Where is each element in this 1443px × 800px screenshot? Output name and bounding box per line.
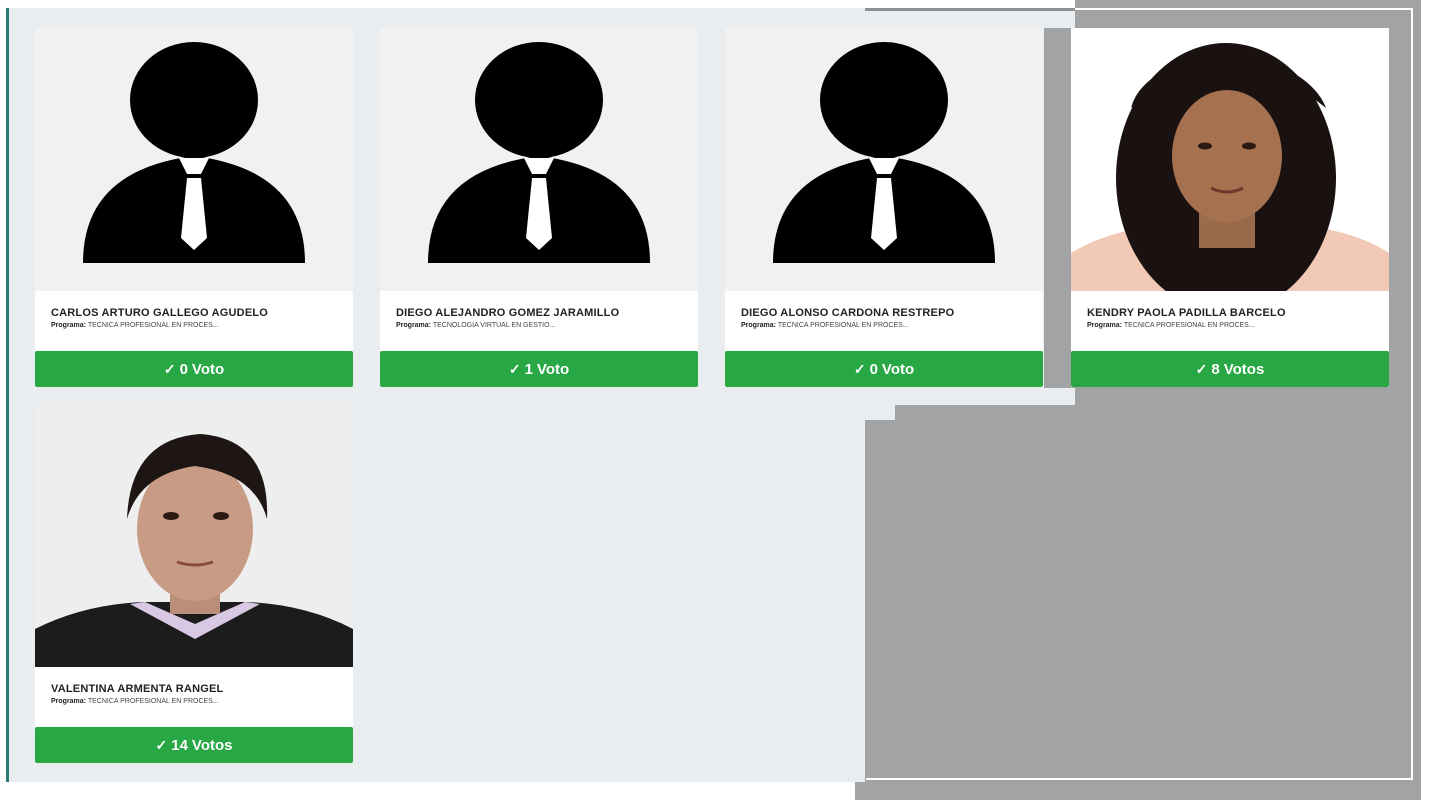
check-icon: ✓ — [1195, 360, 1208, 377]
gray-overlay — [855, 782, 1421, 800]
candidate-card: VALENTINA ARMENTA RANGEL Programa: TÉCNI… — [35, 404, 353, 763]
candidate-card: DIEGO ALONSO CARDONA RESTREPO Programa: … — [725, 28, 1043, 387]
vote-button[interactable]: ✓ 14 Votos — [35, 727, 353, 763]
overlay-frame-line — [1075, 8, 1413, 10]
candidate-name: VALENTINA ARMENTA RANGEL — [51, 683, 224, 695]
vote-count: 14 — [171, 736, 188, 754]
candidate-name: DIEGO ALEJANDRO GOMEZ JARAMILLO — [396, 307, 620, 319]
candidate-program: Programa: TÉCNICA PROFESIONAL EN PROCES.… — [741, 322, 1027, 329]
vote-button[interactable]: ✓ 0 Voto — [725, 351, 1043, 387]
candidate-photo — [35, 404, 353, 667]
candidate-card: KENDRY PAOLA PADILLA BARCELO Programa: T… — [1071, 28, 1389, 387]
voting-page: CARLOS ARTURO GALLEGO AGUDELO Programa: … — [0, 0, 1443, 800]
check-icon: ✓ — [508, 360, 521, 377]
program-value: TECNOLOGÍA VIRTUAL EN GESTIÓ... — [432, 322, 556, 329]
candidate-program: Programa: TÉCNICA PROFESIONAL EN PROCES.… — [51, 322, 337, 329]
check-icon: ✓ — [155, 736, 168, 753]
vote-word: Votos — [1223, 360, 1265, 378]
default-avatar-icon — [725, 28, 1043, 291]
check-icon: ✓ — [163, 360, 176, 377]
candidate-card: DIEGO ALEJANDRO GOMEZ JARAMILLO Programa… — [380, 28, 698, 387]
program-label: Programa: — [51, 322, 87, 329]
gray-overlay — [865, 420, 905, 782]
vote-word: Voto — [191, 360, 225, 378]
vote-count: 8 — [1211, 360, 1220, 378]
vote-button[interactable]: ✓ 0 Voto — [35, 351, 353, 387]
program-value: TÉCNICA PROFESIONAL EN PROCES... — [777, 322, 909, 329]
overlay-frame-line — [1411, 10, 1413, 780]
program-label: Programa: — [741, 322, 777, 329]
vote-count: 0 — [869, 360, 878, 378]
vote-word: Voto — [881, 360, 915, 378]
vote-word: Votos — [191, 736, 233, 754]
default-avatar-icon — [35, 28, 353, 291]
program-label: Programa: — [1087, 322, 1123, 329]
candidate-card: CARLOS ARTURO GALLEGO AGUDELO Programa: … — [35, 28, 353, 387]
gray-overlay — [865, 8, 1075, 11]
vote-count: 0 — [179, 360, 188, 378]
vote-word: Voto — [536, 360, 570, 378]
candidate-program: Programa: TECNOLOGÍA VIRTUAL EN GESTIÓ..… — [396, 322, 682, 329]
candidate-photo — [1071, 28, 1389, 291]
vote-button[interactable]: ✓ 1 Voto — [380, 351, 698, 387]
vote-button[interactable]: ✓ 8 Votos — [1071, 351, 1389, 387]
candidate-program: Programa: TÉCNICA PROFESIONAL EN PROCES.… — [1087, 322, 1373, 329]
candidate-name: CARLOS ARTURO GALLEGO AGUDELO — [51, 307, 269, 319]
check-icon: ✓ — [853, 360, 866, 377]
program-value: TÉCNICA PROFESIONAL EN PROCES... — [87, 322, 219, 329]
program-value: TÉCNICA PROFESIONAL EN PROCES... — [1123, 322, 1255, 329]
program-value: TÉCNICA PROFESIONAL EN PROCES... — [87, 698, 219, 705]
overlay-frame-line — [866, 778, 1413, 780]
candidate-program: Programa: TÉCNICA PROFESIONAL EN PROCES.… — [51, 698, 337, 705]
candidate-name: DIEGO ALONSO CARDONA RESTREPO — [741, 307, 955, 319]
program-label: Programa: — [396, 322, 432, 329]
default-avatar-icon — [380, 28, 698, 291]
candidate-name: KENDRY PAOLA PADILLA BARCELO — [1087, 307, 1286, 319]
gray-overlay — [895, 405, 1075, 800]
program-label: Programa: — [51, 698, 87, 705]
vote-count: 1 — [524, 360, 533, 378]
